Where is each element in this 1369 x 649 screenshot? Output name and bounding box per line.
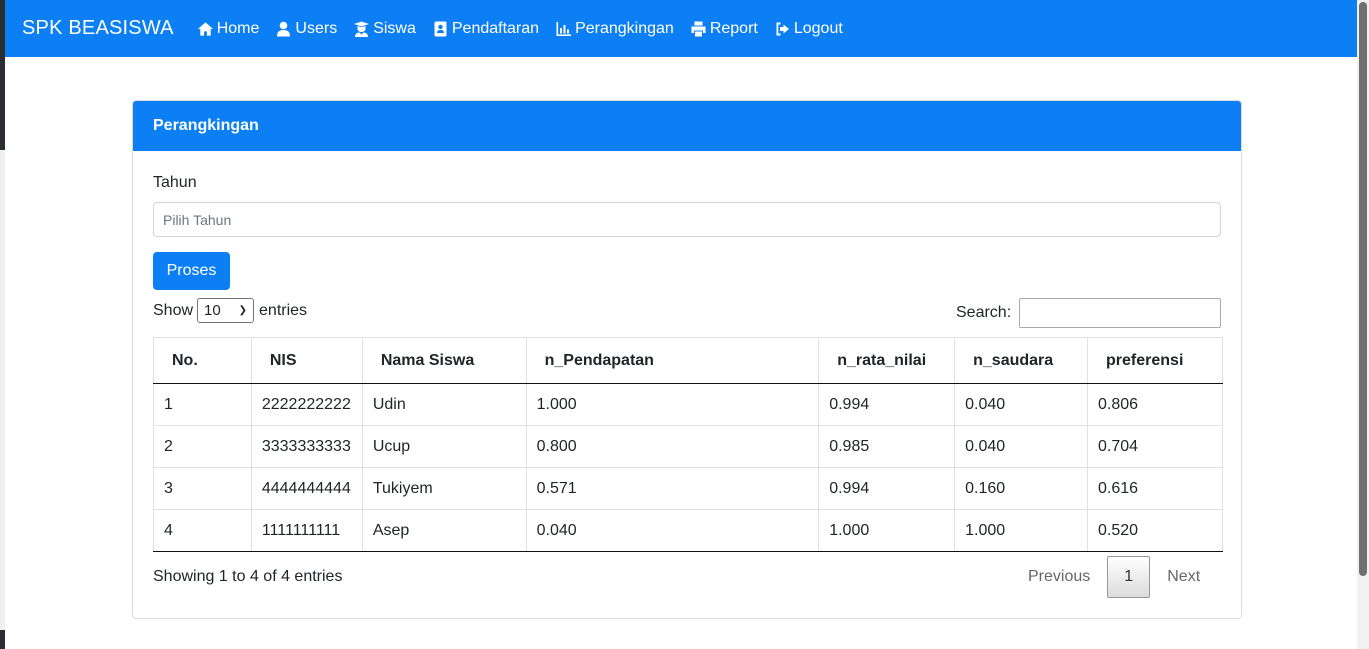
column-header[interactable]: No. bbox=[153, 337, 252, 384]
page-length-select[interactable]: 10 ❯ bbox=[197, 298, 255, 323]
table-row: 4 1111111111 Asep 0.040 1.000 1.000 0.52… bbox=[153, 509, 1223, 552]
navbar: SPK BEASISWA Home Users Siswa Pendaftara… bbox=[5, 0, 1357, 57]
length-control: Show 10 ❯ entries bbox=[153, 298, 307, 323]
scrollbar[interactable] bbox=[1357, 0, 1369, 649]
scrollbar-thumb[interactable] bbox=[1359, 2, 1367, 576]
previous-button[interactable]: Previous bbox=[1011, 568, 1107, 586]
card-title: Perangkingan bbox=[153, 117, 259, 134]
table-row: 3 4444444444 Tukiyem 0.571 0.994 0.160 0… bbox=[153, 467, 1223, 510]
nav-logout-label: Logout bbox=[793, 19, 843, 37]
column-header[interactable]: n_Pendapatan bbox=[525, 337, 820, 384]
nav-home-label: Home bbox=[216, 19, 260, 37]
show-label: Show bbox=[153, 301, 194, 319]
table-cell: 1111111111 bbox=[250, 509, 363, 552]
table-cell: 0.800 bbox=[525, 425, 820, 468]
table-row: 1 2222222222 Udin 1.000 0.994 0.040 0.80… bbox=[153, 383, 1223, 426]
table-cell: 0.704 bbox=[1087, 425, 1223, 468]
nav-perangkingan[interactable]: Perangkingan bbox=[555, 20, 674, 38]
student-icon bbox=[354, 21, 370, 37]
nav-report-label: Report bbox=[709, 19, 758, 37]
table-cell: 0.985 bbox=[818, 425, 956, 468]
nav-pendaftaran-label: Pendaftaran bbox=[451, 19, 540, 37]
table-cell: 1.000 bbox=[525, 383, 820, 426]
nav-siswa[interactable]: Siswa bbox=[353, 20, 416, 38]
table-cell: Asep bbox=[361, 509, 527, 552]
table-cell: 0.040 bbox=[954, 425, 1089, 468]
tahun-label: Tahun bbox=[153, 174, 197, 191]
table-cell: 0.571 bbox=[525, 467, 820, 510]
nav-logout[interactable]: Logout bbox=[774, 20, 843, 38]
table-cell: 0.616 bbox=[1087, 467, 1223, 510]
nav-pendaftaran[interactable]: Pendaftaran bbox=[432, 20, 539, 38]
ranking-card: Perangkingan Tahun Proses Show 10 ❯ entr… bbox=[132, 100, 1242, 619]
page-button[interactable]: 1 bbox=[1107, 556, 1151, 598]
brand[interactable]: SPK BEASISWA bbox=[22, 17, 174, 40]
proses-button[interactable]: Proses bbox=[153, 252, 230, 290]
column-header[interactable]: n_rata_nilai bbox=[818, 337, 956, 384]
table-cell: 2222222222 bbox=[250, 383, 363, 426]
user-icon bbox=[277, 21, 291, 36]
table-cell: 0.040 bbox=[954, 383, 1089, 426]
table-cell: 3333333333 bbox=[250, 425, 363, 468]
table-cell: 0.806 bbox=[1087, 383, 1223, 426]
nav-perangkingan-label: Perangkingan bbox=[575, 19, 674, 37]
nav-home[interactable]: Home bbox=[197, 19, 260, 38]
table-cell: 0.040 bbox=[525, 509, 820, 552]
pagination: Previous 1 Next bbox=[1011, 556, 1217, 598]
table-cell: 0.160 bbox=[954, 467, 1089, 510]
logout-icon bbox=[776, 22, 789, 35]
search-label: Search: bbox=[956, 304, 1012, 321]
print-icon bbox=[691, 21, 706, 36]
column-header[interactable]: preferensi bbox=[1087, 337, 1223, 384]
nav-users-label: Users bbox=[295, 19, 338, 37]
table-cell: 2 bbox=[153, 425, 252, 468]
table-cell: 4444444444 bbox=[250, 467, 363, 510]
table-info: Showing 1 to 4 of 4 entries bbox=[153, 568, 343, 585]
table-cell: 1.000 bbox=[954, 509, 1089, 552]
table-cell: 0.994 bbox=[818, 383, 956, 426]
search-control: Search: bbox=[956, 298, 1222, 328]
column-header[interactable]: Nama Siswa bbox=[361, 337, 527, 384]
tahun-input[interactable] bbox=[153, 202, 1221, 237]
page-length-value: 10 bbox=[204, 302, 221, 319]
table-row: 2 3333333333 Ucup 0.800 0.985 0.040 0.70… bbox=[153, 425, 1223, 468]
table-cell: 0.520 bbox=[1087, 509, 1223, 552]
table-cell: 3 bbox=[153, 467, 252, 510]
table-cell: 1.000 bbox=[818, 509, 956, 552]
next-button[interactable]: Next bbox=[1150, 568, 1217, 586]
ranking-table: No. NIS Nama Siswa n_Pendapatan n_rata_n… bbox=[153, 337, 1223, 552]
address-book-icon bbox=[434, 21, 447, 36]
nav-siswa-label: Siswa bbox=[373, 19, 416, 37]
chevron-down-icon: ❯ bbox=[238, 305, 248, 316]
table-cell: Ucup bbox=[361, 425, 527, 468]
nav-users[interactable]: Users bbox=[275, 20, 337, 38]
bar-chart-icon bbox=[556, 21, 572, 36]
table-cell: 4 bbox=[153, 509, 252, 552]
column-header[interactable]: n_saudara bbox=[954, 337, 1089, 384]
table-cell: 1 bbox=[153, 383, 252, 426]
card-header: Perangkingan bbox=[133, 101, 1241, 151]
table-cell: Udin bbox=[361, 383, 527, 426]
table-cell: Tukiyem bbox=[361, 467, 527, 510]
window-edge-light bbox=[0, 150, 5, 630]
nav-report[interactable]: Report bbox=[690, 20, 758, 38]
entries-label: entries bbox=[259, 301, 308, 319]
table-cell: 0.994 bbox=[818, 467, 956, 510]
table-header-row: No. NIS Nama Siswa n_Pendapatan n_rata_n… bbox=[153, 337, 1223, 384]
column-header[interactable]: NIS bbox=[250, 337, 363, 384]
search-input[interactable] bbox=[1019, 298, 1222, 328]
home-icon bbox=[197, 21, 213, 36]
